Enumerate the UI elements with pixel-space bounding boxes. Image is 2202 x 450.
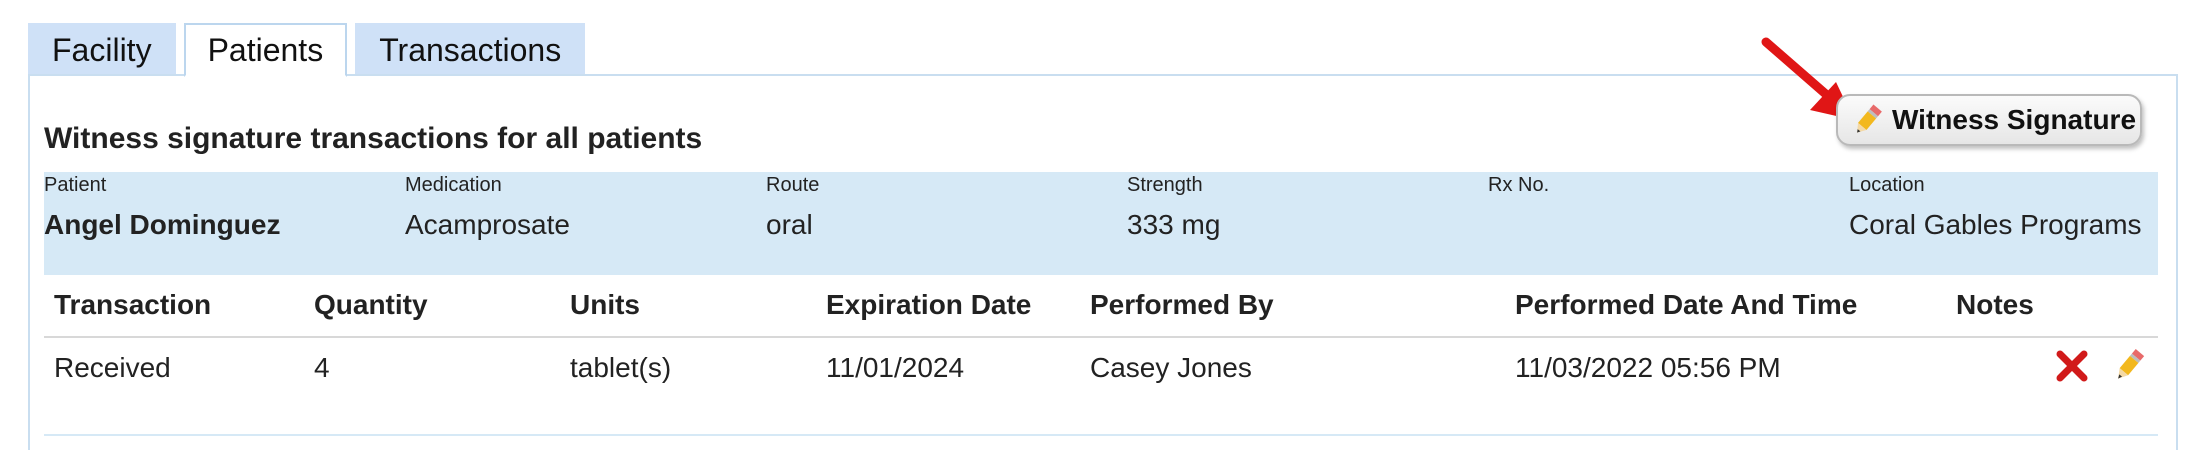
header-performed-by: Performed By bbox=[1090, 289, 1274, 320]
location-column: Location Coral Gables Programs bbox=[1849, 172, 2142, 241]
patient-column: Patient Angel Dominguez bbox=[44, 172, 280, 241]
patient-info-band: Patient Angel Dominguez Medication Acamp… bbox=[44, 172, 2158, 275]
medication-label: Medication bbox=[405, 174, 502, 196]
patient-name: Angel Dominguez bbox=[44, 209, 281, 240]
witness-signature-button[interactable]: Witness Signature bbox=[1836, 94, 2142, 146]
strength-label: Strength bbox=[1127, 174, 1203, 196]
header-notes: Notes bbox=[1956, 289, 2034, 320]
location-value: Coral Gables Programs bbox=[1849, 209, 2142, 240]
header-quantity: Quantity bbox=[314, 289, 428, 320]
route-value: oral bbox=[766, 209, 813, 240]
strength-value: 333 mg bbox=[1127, 209, 1221, 240]
medication-value: Acamprosate bbox=[405, 209, 570, 240]
cell-units: tablet(s) bbox=[570, 352, 672, 383]
medication-column: Medication Acamprosate bbox=[405, 172, 570, 241]
bottom-divider bbox=[44, 434, 2158, 436]
edit-button[interactable] bbox=[2108, 344, 2148, 388]
witness-signature-label: Witness Signature bbox=[1892, 104, 2137, 135]
cell-performed-date-time: 11/03/2022 05:56 PM bbox=[1515, 352, 1781, 383]
cell-expiration-date: 11/01/2024 bbox=[826, 352, 965, 383]
pencil-icon bbox=[2118, 348, 2145, 379]
tab-facility[interactable]: Facility bbox=[28, 23, 176, 75]
header-expiration-date: Expiration Date bbox=[826, 289, 1032, 320]
rx-column: Rx No. bbox=[1488, 172, 1549, 209]
cell-transaction: Received bbox=[54, 352, 171, 383]
page: Facility Patients Transactions Witness s… bbox=[0, 0, 2202, 450]
location-label: Location bbox=[1849, 174, 1925, 196]
tab-patients[interactable]: Patients bbox=[183, 23, 348, 77]
cell-performed-by: Casey Jones bbox=[1090, 352, 1252, 383]
table-header: Transaction Quantity Units Expiration Da… bbox=[44, 282, 2158, 338]
table-row: Received 4 tablet(s) 11/01/2024 Casey Jo… bbox=[44, 338, 2158, 394]
header-transaction: Transaction bbox=[54, 289, 212, 320]
page-title: Witness signature transactions for all p… bbox=[44, 122, 703, 155]
delete-button[interactable] bbox=[2052, 344, 2092, 388]
tab-bar: Facility Patients Transactions bbox=[28, 23, 586, 77]
tab-transactions[interactable]: Transactions bbox=[355, 23, 586, 75]
pencil-icon bbox=[1857, 104, 1882, 133]
row-actions bbox=[2052, 344, 2148, 388]
strength-column: Strength 333 mg bbox=[1127, 172, 1220, 241]
rx-label: Rx No. bbox=[1488, 174, 1550, 196]
patient-label: Patient bbox=[44, 174, 107, 196]
route-column: Route oral bbox=[766, 172, 819, 241]
red-x-icon bbox=[2056, 350, 2088, 382]
header-performed-date-time: Performed Date And Time bbox=[1515, 289, 1858, 320]
route-label: Route bbox=[766, 174, 820, 196]
header-units: Units bbox=[570, 289, 640, 320]
cell-quantity: 4 bbox=[314, 352, 330, 383]
